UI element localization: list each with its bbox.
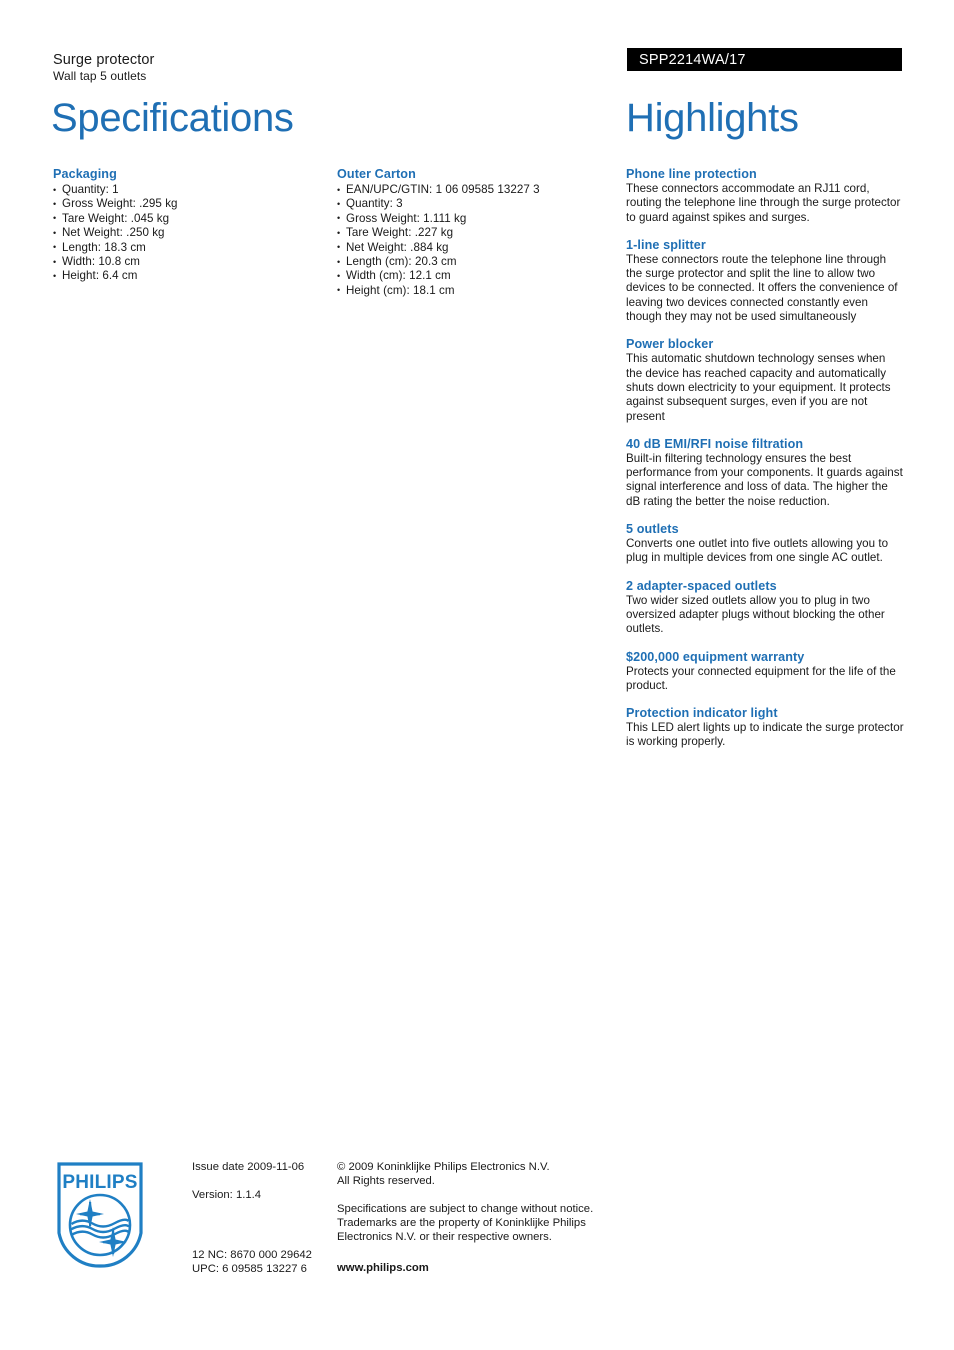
document-page: Surge protector Wall tap 5 outlets SPP22…: [0, 0, 954, 1350]
disclaimer-line-2: Trademarks are the property of Koninklij…: [337, 1217, 586, 1229]
list-item: Length (cm): 20.3 cm: [337, 255, 612, 270]
highlight-block: Protection indicator light This LED aler…: [626, 706, 904, 750]
list-item: Width (cm): 12.1 cm: [337, 269, 612, 284]
footer-legal-column: © 2009 Koninklijke Philips Electronics N…: [337, 1160, 607, 1244]
highlight-block: 2 adapter-spaced outlets Two wider sized…: [626, 579, 904, 637]
highlight-body: This automatic shutdown technology sense…: [626, 352, 891, 423]
list-item: Gross Weight: 1.111 kg: [337, 211, 612, 226]
highlight-title: 1-line splitter: [626, 237, 706, 252]
list-item: Net Weight: .884 kg: [337, 240, 612, 255]
highlight-block: 1-line splitter These connectors route t…: [626, 238, 904, 324]
product-code-bar: SPP2214WA/17: [627, 48, 902, 71]
page-title-highlights: Highlights: [626, 96, 799, 140]
list-item: Net Weight: .250 kg: [53, 226, 318, 241]
spec-list-packaging: Quantity: 1 Gross Weight: .295 kg Tare W…: [53, 182, 318, 284]
list-item: Length: 18.3 cm: [53, 240, 318, 255]
product-header: Surge protector Wall tap 5 outlets: [53, 52, 573, 84]
product-subtitle: Wall tap 5 outlets: [53, 69, 147, 83]
spec-group-outer-carton: Outer Carton EAN/UPC/GTIN: 1 06 09585 13…: [337, 167, 612, 298]
disclaimer-line-1: Specifications are subject to change wit…: [337, 1203, 594, 1215]
highlight-title: Phone line protection: [626, 167, 757, 181]
highlight-body: These connectors accommodate an RJ11 cor…: [626, 182, 901, 224]
list-item: Height: 6.4 cm: [53, 269, 318, 284]
highlight-title: Power blocker: [626, 337, 714, 352]
highlight-block: Power blocker This automatic shutdown te…: [626, 337, 904, 423]
list-item: EAN/UPC/GTIN: 1 06 09585 13227 3: [337, 182, 612, 197]
column-outer-carton: Outer Carton EAN/UPC/GTIN: 1 06 09585 13…: [337, 167, 612, 310]
highlight-title: 2 adapter-spaced outlets: [626, 578, 777, 593]
highlight-block: Phone line protection These connectors a…: [626, 167, 904, 225]
list-item: Quantity: 3: [337, 197, 612, 212]
list-item: Tare Weight: .227 kg: [337, 226, 612, 241]
spec-heading-outer-carton: Outer Carton: [337, 167, 416, 181]
highlight-title: 40 dB EMI/RFI noise filtration: [626, 436, 804, 451]
list-item: Quantity: 1: [53, 182, 318, 197]
highlight-body: Protects your connected equipment for th…: [626, 664, 896, 692]
highlight-body: Built-in filtering technology ensures th…: [626, 451, 903, 508]
philips-shield-icon: PHILIPS: [57, 1162, 143, 1268]
disclaimer-line-3: Electronics N.V. or their respective own…: [337, 1231, 552, 1243]
highlight-title: $200,000 equipment warranty: [626, 649, 805, 664]
highlight-body: This LED alert lights up to indicate the…: [626, 721, 904, 749]
highlight-block: 5 outlets Converts one outlet into five …: [626, 522, 904, 566]
version: Version: 1.1.4: [192, 1189, 262, 1201]
highlight-block: $200,000 equipment warranty Protects you…: [626, 650, 904, 694]
highlight-body: Two wider sized outlets allow you to plu…: [626, 593, 885, 636]
nc-code: 12 NC: 8670 000 29642: [192, 1249, 312, 1261]
column-packaging: Packaging Quantity: 1 Gross Weight: .295…: [53, 167, 318, 296]
spec-list-outer-carton: EAN/UPC/GTIN: 1 06 09585 13227 3 Quantit…: [337, 182, 612, 298]
list-item: Gross Weight: .295 kg: [53, 197, 318, 212]
product-title: Surge protector: [53, 52, 155, 68]
issue-date: Issue date 2009-11-06: [192, 1161, 305, 1173]
footer-codes: 12 NC: 8670 000 29642 UPC: 6 09585 13227…: [192, 1248, 342, 1276]
philips-website-link[interactable]: www.philips.com: [337, 1261, 429, 1275]
list-item: Tare Weight: .045 kg: [53, 211, 318, 226]
list-item: Width: 10.8 cm: [53, 255, 318, 270]
copyright-line-1: © 2009 Koninklijke Philips Electronics N…: [337, 1161, 550, 1173]
highlight-title: Protection indicator light: [626, 706, 778, 721]
page-title-specifications: Specifications: [51, 96, 294, 140]
highlight-block: 40 dB EMI/RFI noise filtration Built-in …: [626, 437, 904, 509]
list-item: Height (cm): 18.1 cm: [337, 283, 612, 298]
column-highlights: Phone line protection These connectors a…: [626, 167, 904, 763]
product-code-text: SPP2214WA/17: [639, 52, 746, 68]
spec-heading-packaging: Packaging: [53, 167, 117, 181]
footer-meta-column: Issue date 2009-11-06 Version: 1.1.4: [192, 1160, 332, 1202]
highlight-body: These connectors route the telephone lin…: [626, 252, 898, 324]
highlight-body: Converts one outlet into five outlets al…: [626, 537, 889, 565]
philips-logo: PHILIPS: [56, 1161, 144, 1269]
spec-group-packaging: Packaging Quantity: 1 Gross Weight: .295…: [53, 167, 318, 284]
philips-wordmark: PHILIPS: [62, 1172, 137, 1193]
copyright-line-2: All Rights reserved.: [337, 1175, 435, 1187]
highlight-title: 5 outlets: [626, 522, 679, 537]
upc-code: UPC: 6 09585 13227 6: [192, 1263, 307, 1275]
